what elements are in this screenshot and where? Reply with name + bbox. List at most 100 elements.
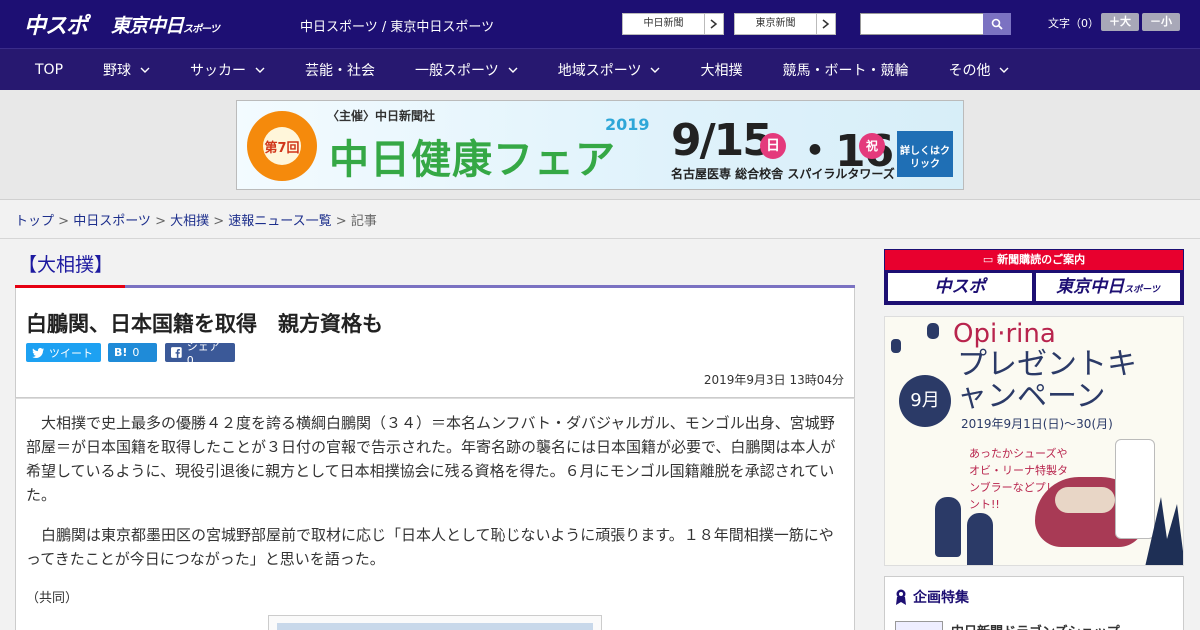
feature-item-link[interactable]: 中日新聞ドラゴンズショップ xyxy=(951,621,1120,630)
article-header: 白鵬関、日本国籍を取得 親方資格も ツイート B! 0 シェア 0 2019年9… xyxy=(15,288,855,398)
chevron-down-icon xyxy=(255,67,265,73)
banner-area: 第7回 〈主催〉中日新聞社 2019 中日健康フェア 9/15 日 ・16 祝 … xyxy=(0,90,1200,200)
opirina-promo-ad[interactable]: Opi·rina 9月 プレゼントキャンペーン 2019年9月1日(日)〜30(… xyxy=(884,316,1184,566)
slipper-lining xyxy=(1055,487,1115,513)
chevron-down-icon xyxy=(508,67,518,73)
tweet-button[interactable]: ツイート xyxy=(26,343,101,362)
nav-item[interactable]: 地域スポーツ xyxy=(538,60,681,80)
article-paragraph: 大相撲で史上最多の優勝４２度を誇る横綱白鵬関（３４）＝本名ムンフバト・ダバジャル… xyxy=(26,414,836,504)
subscribe-tokyo-logo-sub: スポーツ xyxy=(1124,285,1160,295)
breadcrumb-item: 記事 xyxy=(350,214,377,229)
banner-cta-button[interactable]: 詳しくはクリック xyxy=(897,131,953,177)
article-title: 白鵬関、日本国籍を取得 親方資格も xyxy=(26,312,383,336)
subscribe-chuspo-link[interactable]: 中スポ xyxy=(888,273,1032,301)
nav-item-label: 芸能・社会 xyxy=(305,62,376,79)
nav-item[interactable]: 野球 xyxy=(83,60,170,80)
search-button[interactable] xyxy=(983,13,1011,35)
nav-item-label: 一般スポーツ xyxy=(415,62,499,79)
subscription-heading: ▭ 新聞購読のご案内 xyxy=(885,250,1183,270)
banner-host: 〈主催〉中日新聞社 xyxy=(327,109,436,123)
nav-item-label: 競馬・ボート・競輪 xyxy=(782,62,909,79)
feature-heading: 企画特集 xyxy=(895,587,969,607)
chevron-right-icon xyxy=(816,14,835,34)
site-names: 中日スポーツ / 東京中日スポーツ xyxy=(300,20,495,35)
main-nav: TOP 野球 サッカー 芸能・社会 一般スポーツ 地域スポーツ 大相撲 競馬・ボート・競輪 その… xyxy=(0,48,1200,90)
nav-item[interactable]: 芸能・社会 xyxy=(285,60,395,80)
subscription-heading-label: 新聞購読のご案内 xyxy=(997,253,1086,266)
subscribe-tokyo-logo-main: 東京中日 xyxy=(1056,277,1125,297)
breadcrumb-item[interactable]: トップ xyxy=(15,214,54,229)
chevron-down-icon xyxy=(650,67,660,73)
tokyo-chunichi-logo[interactable]: 東京中日スポーツ xyxy=(111,11,220,38)
subscription-box[interactable]: ▭ 新聞購読のご案内 中スポ 東京中日スポーツ xyxy=(884,249,1184,305)
chuspo-logo[interactable]: 中スポ xyxy=(24,8,88,40)
font-size-label: 文字（0） xyxy=(1048,17,1099,30)
banner-day-2: 祝 xyxy=(859,133,885,159)
nav-item[interactable]: 一般スポーツ xyxy=(395,60,538,80)
promo-period: 2019年9月1日(日)〜30(月) xyxy=(961,417,1113,431)
facebook-share-button[interactable]: シェア 0 xyxy=(165,340,235,367)
feature-thumbnail[interactable] xyxy=(895,621,943,630)
nav-item[interactable]: TOP xyxy=(15,62,83,78)
subscription-logos: 中スポ 東京中日スポーツ xyxy=(885,270,1183,304)
breadcrumb-item[interactable]: 大相撲 xyxy=(170,214,209,229)
banner-badge: 第7回 xyxy=(263,127,301,165)
nav-item-label: TOP xyxy=(35,61,64,78)
breadcrumb-separator: > xyxy=(209,214,229,229)
banner-venue: 名古屋医専 総合校舎 スパイラルタワーズ xyxy=(671,167,895,181)
chevron-right-icon xyxy=(704,14,723,34)
promo-title: プレゼントキャンペーン xyxy=(957,347,1137,414)
breadcrumb-item[interactable]: 中日スポーツ xyxy=(73,214,151,229)
feature-heading-label: 企画特集 xyxy=(913,590,969,606)
tokyo-logo-main: 東京中日 xyxy=(111,15,184,37)
nav-item[interactable]: その他 xyxy=(928,60,1029,80)
nav-item-label: サッカー xyxy=(190,62,247,79)
font-increase-button[interactable]: ＋大 xyxy=(1101,13,1139,31)
article-credit: （共同） xyxy=(26,591,79,606)
photo-image xyxy=(277,623,593,630)
promo-brand: Opi·rina xyxy=(953,319,1056,349)
hatena-icon: B! xyxy=(114,346,128,359)
subscribe-tokyo-chunichi-link[interactable]: 東京中日スポーツ xyxy=(1036,273,1180,301)
nav-item[interactable]: サッカー xyxy=(170,60,285,80)
chunichi-link-label: 中日新聞 xyxy=(643,18,684,29)
banner-date-1: 9/15 xyxy=(671,115,773,166)
banner-day-1: 日 xyxy=(760,133,786,159)
article-date: 2019年9月3日 13時04分 xyxy=(703,373,844,387)
banner-title: 中日健康フェア xyxy=(329,137,616,183)
article-paragraph: 白鵬関は東京都墨田区の宮城野部屋前で取材に応じ「日本人として恥じないように頑張り… xyxy=(26,526,834,568)
article-photo[interactable] xyxy=(268,615,602,630)
tokyo-link-label: 東京新聞 xyxy=(755,18,796,29)
health-fair-banner[interactable]: 第7回 〈主催〉中日新聞社 2019 中日健康フェア 9/15 日 ・16 祝 … xyxy=(236,100,964,190)
site-header: 中スポ 東京中日スポーツ 中日スポーツ / 東京中日スポーツ 中日新聞 東京新聞… xyxy=(0,0,1200,48)
article-category: 【大相撲】 xyxy=(18,254,114,276)
flower-badge-icon: 第7回 xyxy=(247,111,317,181)
rabbit-icon xyxy=(967,513,993,565)
lantern-icon xyxy=(891,323,939,353)
search-icon xyxy=(991,18,1003,30)
tokyo-logo-sub: スポーツ xyxy=(183,24,220,35)
breadcrumb: トップ > 中日スポーツ > 大相撲 > 速報ニュース一覧 > 記事 xyxy=(15,210,377,229)
search-input[interactable] xyxy=(860,13,984,35)
tweet-label: ツイート xyxy=(49,346,93,360)
hatena-bookmark-button[interactable]: B! 0 xyxy=(108,343,157,362)
nav-item[interactable]: 競馬・ボート・競輪 xyxy=(762,60,928,80)
breadcrumb-item[interactable]: 速報ニュース一覧 xyxy=(228,214,331,229)
breadcrumb-separator: > xyxy=(331,214,351,229)
promo-month: 9月 xyxy=(899,375,951,427)
rabbit-icon xyxy=(935,497,961,557)
hatena-count: 0 xyxy=(132,346,140,359)
nav-item-label: 大相撲 xyxy=(700,62,743,79)
font-decrease-button[interactable]: －小 xyxy=(1142,13,1180,31)
tumbler-image xyxy=(1115,439,1155,539)
nav-item[interactable]: 大相撲 xyxy=(680,60,762,80)
nav-item-label: 地域スポーツ xyxy=(557,62,642,79)
feature-box: 企画特集 中日新聞ドラゴンズショップ xyxy=(884,576,1184,630)
facebook-icon xyxy=(171,347,182,358)
newspaper-icon: ▭ xyxy=(982,253,998,266)
chunichi-shimbun-link[interactable]: 中日新聞 xyxy=(622,13,724,35)
article-body: 大相撲で史上最多の優勝４２度を誇る横綱白鵬関（３４）＝本名ムンフバト・ダバジャル… xyxy=(15,398,855,630)
divider xyxy=(0,238,1200,239)
tokyo-shimbun-link[interactable]: 東京新聞 xyxy=(734,13,836,35)
chevron-down-icon xyxy=(999,67,1009,73)
